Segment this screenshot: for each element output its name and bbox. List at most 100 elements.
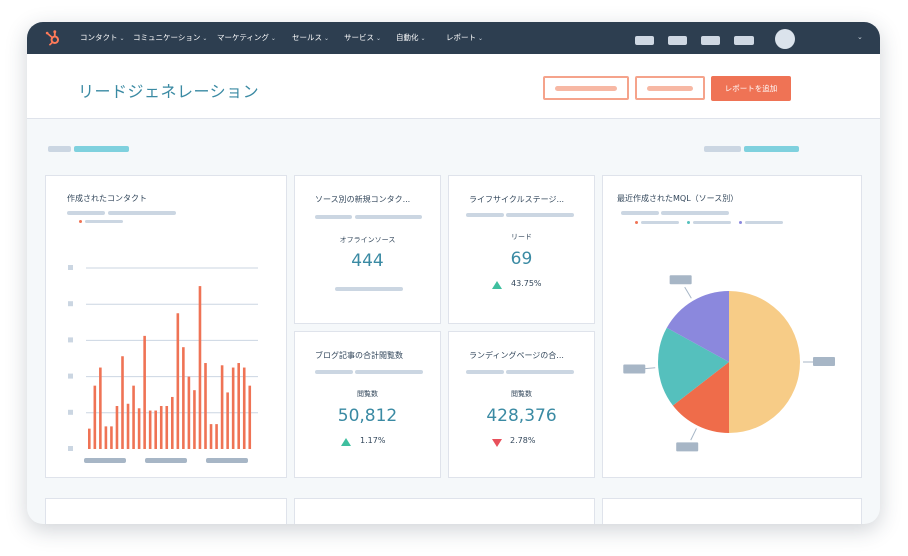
- bar: [215, 424, 218, 449]
- nav-tool-1-icon[interactable]: [635, 36, 654, 45]
- bar: [165, 406, 169, 449]
- subtitle-placeholder: [315, 370, 353, 374]
- nav-item-automation[interactable]: 自動化 ⌄: [396, 33, 426, 44]
- bar: [231, 367, 235, 449]
- bar: [154, 410, 157, 449]
- trend-up-icon: [341, 438, 351, 446]
- account-menu-chevron-icon[interactable]: ⌄: [857, 33, 863, 41]
- bar: [204, 363, 207, 449]
- legend-placeholder: [641, 221, 679, 224]
- filter-placeholder-active[interactable]: [74, 146, 129, 152]
- avatar[interactable]: [775, 29, 795, 49]
- card-bottom-1[interactable]: [45, 498, 287, 524]
- subtitle-placeholder: [355, 370, 423, 374]
- card-title: ライフサイクルステージ...: [469, 195, 565, 204]
- subtitle-placeholder: [621, 211, 659, 215]
- subtitle-placeholder: [506, 213, 574, 217]
- legend-dot: [635, 221, 638, 224]
- slice-label-placeholder: [669, 275, 692, 285]
- bar: [143, 335, 146, 449]
- card-contacts-created[interactable]: 作成されたコンタクト: [45, 175, 287, 478]
- bar: [110, 426, 113, 449]
- nav-item-reports[interactable]: レポート ⌄: [446, 33, 483, 44]
- actions-button[interactable]: [543, 76, 629, 100]
- dashboard-header: リードジェネレーション レポートを追加: [27, 54, 880, 119]
- kpi-value: 69: [510, 249, 533, 269]
- chevron-down-icon: ⌄: [478, 35, 484, 42]
- x-tick-placeholder: [84, 458, 126, 463]
- bar: [126, 403, 130, 449]
- slice-label-placeholder: [623, 364, 646, 374]
- add-report-button[interactable]: レポートを追加: [711, 76, 791, 101]
- card-title: 最近作成されたMQL（ソース別）: [617, 194, 739, 203]
- legend-dot: [739, 221, 742, 224]
- legend-placeholder: [693, 221, 731, 224]
- legend-dot: [687, 221, 690, 224]
- card-lifecycle-stage[interactable]: ライフサイクルステージ... リード 69 43.75%: [448, 175, 595, 324]
- card-title: ランディングページの合...: [469, 351, 564, 360]
- kpi-change: 43.75%: [511, 279, 542, 288]
- card-new-contacts-by-source[interactable]: ソース別の新規コンタク... オフラインソース 444: [294, 175, 441, 324]
- nav-item-sales[interactable]: セールス ⌄: [292, 33, 329, 44]
- bar: [198, 286, 202, 449]
- share-button[interactable]: [635, 76, 705, 100]
- footer-placeholder: [335, 287, 403, 291]
- pie-chart: [623, 275, 835, 452]
- bar: [171, 396, 174, 449]
- top-nav: コンタクト ⌄ コミュニケーション ⌄ マーケティング ⌄ セールス ⌄ サービス ⌄ 自…: [27, 22, 880, 54]
- bar: [159, 406, 163, 449]
- nav-item-contacts[interactable]: コンタクト ⌄: [80, 33, 125, 44]
- view-placeholder-active[interactable]: [744, 146, 799, 152]
- slice-label-placeholder: [676, 442, 699, 452]
- nav-item-marketing[interactable]: マーケティング ⌄: [217, 33, 276, 44]
- chevron-down-icon: ⌄: [119, 35, 125, 42]
- nav-tool-3-icon[interactable]: [701, 36, 720, 45]
- bar: [226, 392, 229, 449]
- page-title: リードジェネレーション: [78, 82, 260, 101]
- card-bottom-2[interactable]: [294, 498, 595, 524]
- nav-tool-4-icon[interactable]: [734, 36, 754, 45]
- subtitle-placeholder: [466, 370, 504, 374]
- app-window: コンタクト ⌄ コミュニケーション ⌄ マーケティング ⌄ セールス ⌄ サービス ⌄ 自…: [27, 22, 880, 524]
- nav-item-conversations[interactable]: コミュニケーション ⌄: [133, 33, 207, 44]
- nav-tool-2-icon[interactable]: [668, 36, 687, 45]
- bar: [242, 367, 246, 449]
- filter-placeholder[interactable]: [48, 146, 71, 152]
- slice-label-placeholder: [813, 357, 835, 366]
- card-bottom-3[interactable]: [602, 498, 862, 524]
- bar: [209, 424, 213, 449]
- y-tick-placeholder: [68, 446, 73, 451]
- bar: [248, 385, 252, 449]
- subtitle-placeholder: [506, 370, 574, 374]
- kpi-label: リード: [511, 233, 532, 241]
- leader-line: [684, 286, 692, 299]
- subtitle-placeholder: [108, 211, 176, 215]
- kpi-label: オフラインソース: [339, 236, 396, 244]
- y-tick-placeholder: [68, 409, 73, 415]
- nav-item-service[interactable]: サービス ⌄: [344, 33, 381, 44]
- kpi-value: 444: [351, 251, 384, 271]
- kpi-value: 428,376: [486, 406, 557, 426]
- subtitle-placeholder: [315, 215, 352, 219]
- card-blog-views[interactable]: ブログ記事の合計閲覧数 閲覧数 50,812 1.17%: [294, 331, 441, 478]
- bar-chart: [68, 265, 258, 463]
- card-landing-page-views[interactable]: ランディングページの合... 閲覧数 428,376 2.78%: [448, 331, 595, 478]
- subtitle-placeholder: [355, 215, 422, 219]
- y-tick-placeholder: [68, 373, 73, 379]
- kpi-label: 閲覧数: [511, 390, 532, 398]
- bar: [182, 347, 185, 449]
- legend-placeholder: [85, 220, 123, 223]
- bar: [148, 410, 152, 449]
- y-tick-placeholder: [68, 337, 73, 343]
- card-mql-by-source[interactable]: 最近作成されたMQL（ソース別）: [602, 175, 862, 478]
- bar: [137, 408, 141, 449]
- x-tick-placeholder: [206, 458, 248, 463]
- y-tick-placeholder: [68, 301, 73, 307]
- view-placeholder[interactable]: [704, 146, 741, 152]
- chevron-down-icon: ⌄: [324, 35, 330, 42]
- kpi-change: 1.17%: [360, 436, 386, 445]
- chevron-down-icon: ⌄: [420, 35, 426, 42]
- hubspot-logo-icon[interactable]: [44, 29, 62, 47]
- y-tick-placeholder: [68, 265, 73, 270]
- bar: [193, 390, 196, 449]
